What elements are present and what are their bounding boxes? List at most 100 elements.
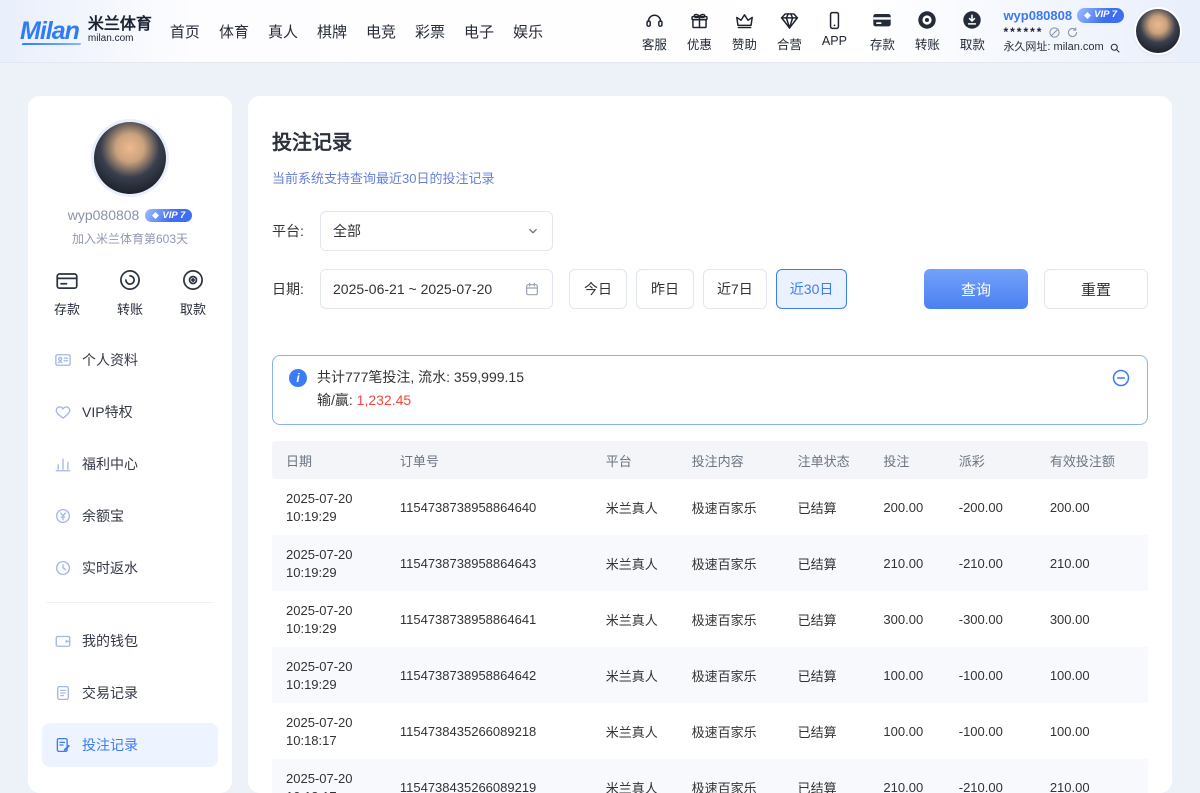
quick-date-button[interactable]: 今日 bbox=[569, 269, 627, 309]
sidebar-item-bet-records[interactable]: 投注记录 bbox=[42, 723, 218, 767]
deposit-shortcut[interactable]: 存款 bbox=[54, 267, 80, 318]
withdraw-icon bbox=[180, 267, 206, 293]
vip-badge: VIP 7 bbox=[1077, 8, 1124, 23]
cell-content: 极速百家乐 bbox=[678, 666, 784, 685]
withdraw-button[interactable]: 取款 bbox=[955, 9, 989, 53]
sidebar-item-yuebao[interactable]: 余额宝 bbox=[42, 494, 218, 538]
cell-platform: 米兰真人 bbox=[592, 610, 678, 629]
headset-icon bbox=[644, 9, 665, 31]
date-range-value: 2025-06-21 ~ 2025-07-20 bbox=[333, 281, 492, 297]
promotions-button[interactable]: 优惠 bbox=[682, 9, 716, 53]
member-days-text: 加入米兰体育第603天 bbox=[28, 230, 232, 247]
cell-status: 已结算 bbox=[784, 610, 870, 629]
calendar-icon bbox=[524, 281, 540, 297]
cell-status: 已结算 bbox=[784, 722, 870, 741]
cell-bet: 300.00 bbox=[869, 612, 944, 627]
column-header: 注单状态 bbox=[784, 451, 870, 470]
search-button[interactable]: 查询 bbox=[924, 269, 1028, 309]
nav-item[interactable]: 电子 bbox=[464, 21, 494, 42]
column-header: 有效投注额 bbox=[1036, 451, 1148, 470]
platform-select[interactable]: 全部 bbox=[320, 211, 553, 251]
balance-refresh-icon[interactable] bbox=[1066, 26, 1079, 39]
cell-valid: 200.00 bbox=[1036, 500, 1148, 515]
cell-date: 2025-07-2010:19:29 bbox=[272, 603, 386, 636]
balance-visibility-icon[interactable] bbox=[1048, 26, 1061, 39]
sidebar-item-wallet[interactable]: 我的钱包 bbox=[42, 619, 218, 663]
withdraw-icon bbox=[961, 9, 983, 31]
sidebar-item-transactions[interactable]: 交易记录 bbox=[42, 671, 218, 715]
sidebar-item-welfare[interactable]: 福利中心 bbox=[42, 442, 218, 486]
sidebar-item-rebate[interactable]: 实时返水 bbox=[42, 546, 218, 590]
nav-item[interactable]: 棋牌 bbox=[317, 21, 347, 42]
quick-date-button[interactable]: 昨日 bbox=[636, 269, 694, 309]
cell-order: 1154738738958864641 bbox=[386, 612, 592, 627]
deposit-icon bbox=[54, 267, 80, 293]
cell-order: 1154738738958864642 bbox=[386, 668, 592, 683]
cell-valid: 100.00 bbox=[1036, 724, 1148, 739]
sidebar-menu: 个人资料 VIP特权 福利中心 余额宝 bbox=[28, 338, 232, 767]
profile-avatar bbox=[94, 122, 166, 194]
partner-button[interactable]: 合营 bbox=[772, 9, 806, 53]
nav-item[interactable]: 电竞 bbox=[366, 21, 396, 42]
deposit-button[interactable]: 存款 bbox=[865, 9, 899, 53]
cell-bet: 100.00 bbox=[869, 668, 944, 683]
cell-date: 2025-07-2010:18:17 bbox=[272, 715, 386, 748]
quick-date-button[interactable]: 近30日 bbox=[776, 269, 848, 309]
main-nav: 首页体育真人棋牌电竞彩票电子娱乐 bbox=[170, 21, 543, 42]
permanent-url-text: 永久网址: milan.com bbox=[1003, 40, 1103, 55]
vip-badge: VIP 7 bbox=[145, 209, 192, 222]
column-header: 订单号 bbox=[386, 451, 592, 470]
transfer-button[interactable]: 转账 bbox=[910, 9, 944, 53]
search-icon[interactable] bbox=[1109, 42, 1121, 54]
minus-circle-icon[interactable] bbox=[1111, 368, 1131, 388]
menu-divider bbox=[46, 602, 214, 603]
cell-valid: 210.00 bbox=[1036, 780, 1148, 793]
bar-chart-icon bbox=[54, 455, 72, 473]
cell-bet: 100.00 bbox=[869, 724, 944, 739]
quick-date-button[interactable]: 近7日 bbox=[703, 269, 767, 309]
cell-payout: -300.00 bbox=[945, 612, 1036, 627]
cell-valid: 300.00 bbox=[1036, 612, 1148, 627]
cell-status: 已结算 bbox=[784, 554, 870, 573]
table-row: 2025-07-2010:19:29 1154738738958864641 米… bbox=[272, 591, 1148, 647]
customer-service-button[interactable]: 客服 bbox=[637, 9, 671, 53]
diamond-icon bbox=[779, 9, 800, 31]
date-range-input[interactable]: 2025-06-21 ~ 2025-07-20 bbox=[320, 269, 553, 309]
page-subtitle: 当前系统支持查询最近30日的投注记录 bbox=[272, 168, 1148, 187]
app-download-button[interactable]: APP bbox=[817, 9, 851, 48]
bet-records-table: 2025-07-2010:19:29 1154738738958864640 米… bbox=[272, 479, 1148, 793]
cell-platform: 米兰真人 bbox=[592, 778, 678, 793]
platform-select-value: 全部 bbox=[333, 221, 361, 241]
logo-domain-text: milan.com bbox=[88, 34, 152, 45]
site-logo[interactable]: Milan 米兰体育 milan.com bbox=[20, 17, 152, 46]
nav-item[interactable]: 真人 bbox=[268, 21, 298, 42]
logo-cn-text: 米兰体育 bbox=[88, 17, 152, 34]
column-header: 日期 bbox=[272, 451, 386, 470]
nav-item[interactable]: 彩票 bbox=[415, 21, 445, 42]
cell-payout: -200.00 bbox=[945, 500, 1036, 515]
reset-button[interactable]: 重置 bbox=[1044, 269, 1148, 309]
nav-item[interactable]: 娱乐 bbox=[513, 21, 543, 42]
sidebar-item-vip[interactable]: VIP特权 bbox=[42, 390, 218, 434]
transfer-shortcut[interactable]: 转账 bbox=[117, 267, 143, 318]
platform-label: 平台: bbox=[272, 221, 320, 241]
table-row: 2025-07-2010:18:17 1154738435266089218 米… bbox=[272, 703, 1148, 759]
nav-item[interactable]: 首页 bbox=[170, 21, 200, 42]
withdraw-shortcut[interactable]: 取款 bbox=[180, 267, 206, 318]
cell-date: 2025-07-2010:18:17 bbox=[272, 771, 386, 793]
table-row: 2025-07-2010:19:29 1154738738958864642 米… bbox=[272, 647, 1148, 703]
cell-payout: -210.00 bbox=[945, 556, 1036, 571]
user-avatar[interactable] bbox=[1136, 9, 1180, 53]
sidebar-item-profile[interactable]: 个人资料 bbox=[42, 338, 218, 382]
nav-item[interactable]: 体育 bbox=[219, 21, 249, 42]
vip-heart-icon bbox=[54, 403, 72, 421]
filter-actions: 查询 重置 bbox=[924, 269, 1148, 309]
cell-content: 极速百家乐 bbox=[678, 722, 784, 741]
sponsor-button[interactable]: 赞助 bbox=[727, 9, 761, 53]
bet-records-icon bbox=[54, 736, 72, 754]
id-card-icon bbox=[54, 351, 72, 369]
username-text: wyp080808 bbox=[1003, 7, 1072, 25]
top-header: Milan 米兰体育 milan.com 首页体育真人棋牌电竞彩票电子娱乐 客服… bbox=[0, 0, 1200, 62]
logo-script-text: Milan bbox=[20, 17, 81, 46]
clock-rebate-icon bbox=[54, 559, 72, 577]
